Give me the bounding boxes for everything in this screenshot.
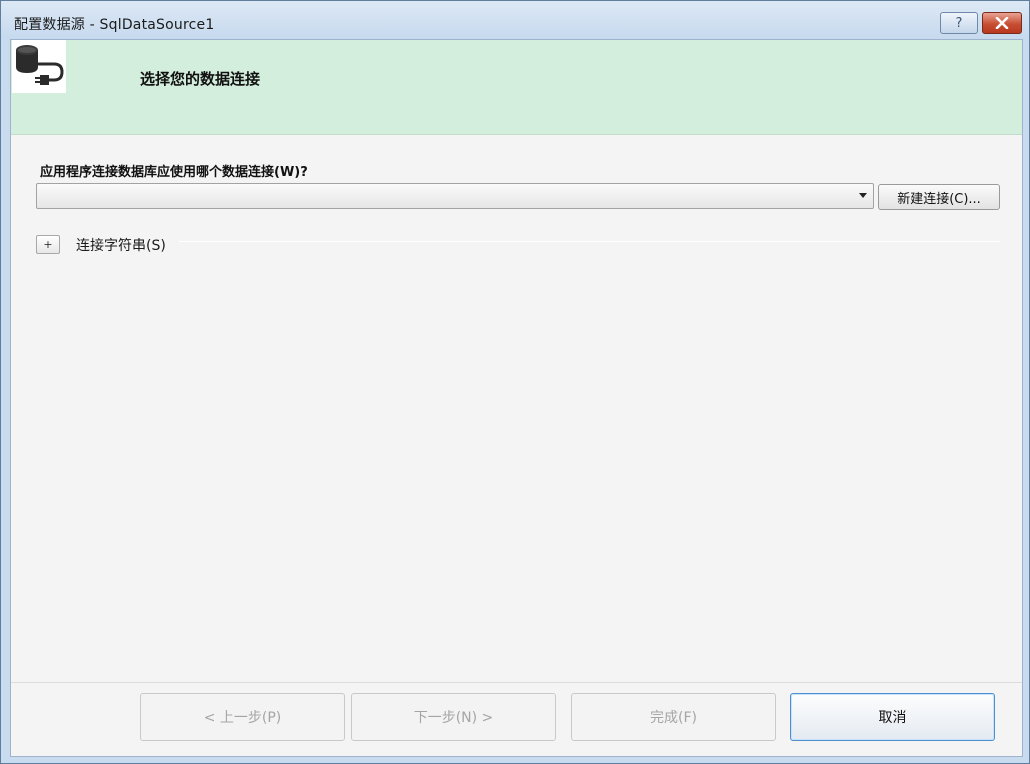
next-button-label: 下一步(N) > — [413, 710, 494, 726]
cancel-button[interactable]: 取消 — [790, 693, 995, 741]
previous-button-label: < 上一步(P) — [203, 710, 282, 726]
footer-divider — [11, 682, 1022, 683]
previous-button[interactable]: < 上一步(P) — [140, 693, 345, 741]
new-connection-button[interactable]: 新建连接(C)... — [878, 184, 1000, 210]
help-icon: ? — [955, 15, 963, 31]
data-connection-dropdown[interactable] — [36, 183, 874, 209]
finish-button[interactable]: 完成(F) — [571, 693, 776, 741]
connection-string-label: 连接字符串(S) — [76, 238, 166, 254]
plus-icon: + — [43, 238, 53, 251]
window-title: 配置数据源 - SqlDataSource1 — [14, 17, 215, 33]
help-button[interactable]: ? — [940, 12, 978, 34]
expand-connection-string-button[interactable]: + — [36, 235, 60, 254]
title-bar[interactable]: 配置数据源 - SqlDataSource1 ? — [1, 1, 1029, 39]
finish-button-label: 完成(F) — [650, 710, 697, 726]
close-button[interactable] — [982, 12, 1022, 34]
connection-string-divider — [179, 241, 1000, 242]
header-icon-container — [12, 40, 66, 93]
dialog-window: 配置数据源 - SqlDataSource1 ? 选择您的数据连接 应用程序连接… — [0, 0, 1030, 764]
database-connection-icon — [16, 45, 64, 85]
next-button[interactable]: 下一步(N) > — [351, 693, 556, 741]
dialog-client-area: 选择您的数据连接 应用程序连接数据库应使用哪个数据连接(W)? 新建连接(C).… — [10, 39, 1023, 757]
wizard-header: 选择您的数据连接 — [11, 40, 1022, 135]
chevron-down-icon[interactable] — [859, 193, 867, 198]
cancel-button-label: 取消 — [878, 710, 907, 726]
wizard-step-title: 选择您的数据连接 — [140, 70, 261, 88]
connection-question-label: 应用程序连接数据库应使用哪个数据连接(W)? — [40, 165, 308, 180]
new-connection-button-label: 新建连接(C)... — [897, 191, 981, 207]
close-icon — [995, 17, 1009, 29]
